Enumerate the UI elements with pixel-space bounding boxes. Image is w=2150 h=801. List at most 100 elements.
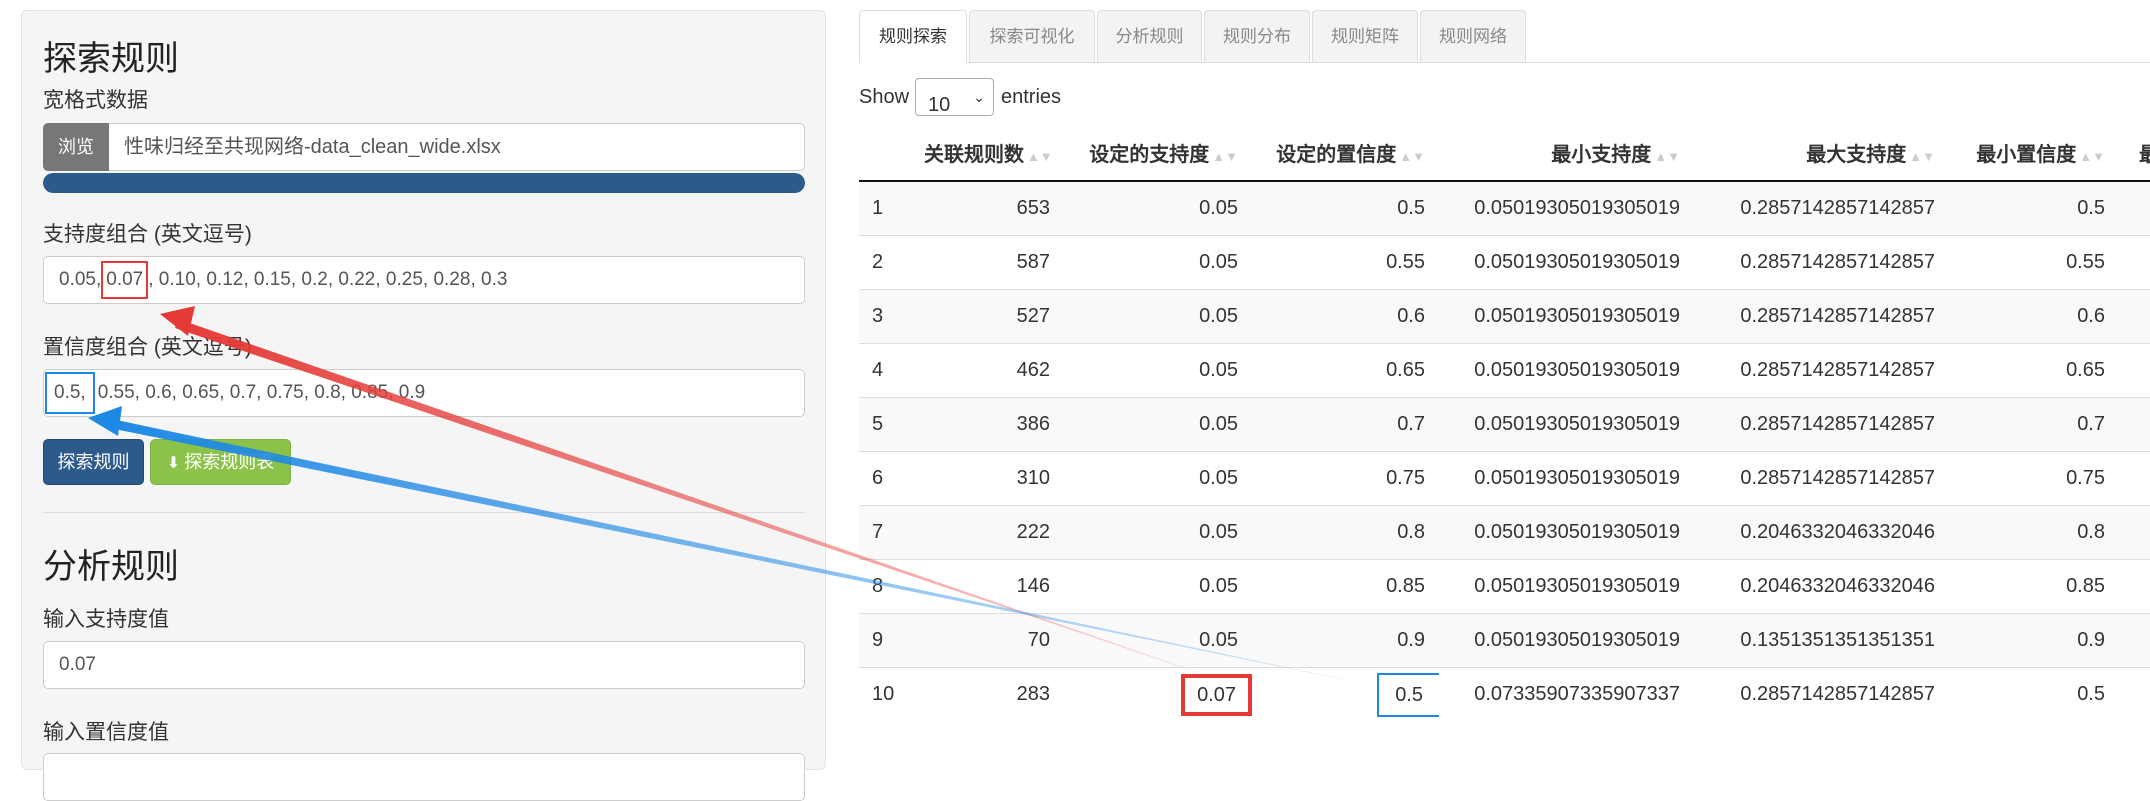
cell-truncated <box>2119 397 2150 452</box>
cell-rule-count: 386 <box>924 397 1064 452</box>
tab-network[interactable]: 规则网络 <box>1420 10 1526 62</box>
cell-min-confidence: 0.5 <box>1949 180 2119 236</box>
cell-set-confidence: 0.5 <box>1252 667 1439 721</box>
entries-select[interactable]: 10 ⌄ <box>915 78 994 116</box>
support-prefix-text: 0.05, <box>59 269 102 290</box>
tab-explore[interactable]: 规则探索 <box>859 10 967 63</box>
file-upload[interactable]: 浏览 性味归经至共现网络-data_clean_wide.xlsx <box>43 123 805 171</box>
cell-truncated <box>2119 289 2150 344</box>
cell-truncated <box>2119 451 2150 506</box>
wide-data-label: 宽格式数据 <box>43 89 148 112</box>
table-row: 6 310 0.05 0.75 0.05019305019305019 0.2857142… <box>859 451 2150 506</box>
col-header-index[interactable] <box>859 124 924 182</box>
tab-matrix[interactable]: 规则矩阵 <box>1312 10 1418 62</box>
table-row: 8 146 0.05 0.85 0.05019305019305019 0.2046332… <box>859 559 2150 614</box>
cell-max-support: 0.2857142857142857 <box>1694 343 1949 398</box>
section-divider <box>43 512 805 513</box>
entries-select-value: 10 <box>928 94 951 116</box>
sort-icon: ▲▼ <box>1909 148 1935 164</box>
col-header-truncated[interactable]: 最 <box>2119 124 2150 182</box>
cell-min-support: 0.05019305019305019 <box>1439 451 1694 506</box>
cell-min-support: 0.05019305019305019 <box>1439 505 1694 560</box>
cell-min-support: 0.05019305019305019 <box>1439 397 1694 452</box>
cell-set-support: 0.07 <box>1064 667 1252 721</box>
tab-analyze[interactable]: 分析规则 <box>1097 10 1202 62</box>
cell-index: 8 <box>859 559 924 614</box>
sort-icon: ▲▼ <box>1654 148 1680 164</box>
cell-min-confidence: 0.85 <box>1949 559 2119 614</box>
confidence-combo-input[interactable]: 0.5, 0.55, 0.6, 0.65, 0.7, 0.75, 0.8, 0.8… <box>43 369 805 417</box>
cell-set-confidence: 0.55 <box>1252 235 1439 290</box>
cell-min-confidence: 0.5 <box>1949 667 2119 721</box>
sort-icon: ▲▼ <box>2079 148 2105 164</box>
col-header-max-support[interactable]: 最大支持度 ▲▼ <box>1694 124 1949 182</box>
browse-button[interactable]: 浏览 <box>43 123 109 171</box>
cell-min-support: 0.05019305019305019 <box>1439 613 1694 668</box>
cell-max-support: 0.2857142857142857 <box>1694 289 1949 344</box>
cell-min-confidence: 0.9 <box>1949 613 2119 668</box>
sort-icon: ▲▼ <box>1212 148 1238 164</box>
chevron-down-icon: ⌄ <box>973 89 985 105</box>
cell-min-support: 0.05019305019305019 <box>1439 559 1694 614</box>
cell-index: 9 <box>859 613 924 668</box>
table-row: 1 653 0.05 0.5 0.05019305019305019 0.28571428… <box>859 180 2150 236</box>
cell-set-support: 0.05 <box>1064 289 1252 344</box>
cell-truncated <box>2119 343 2150 398</box>
cell-max-support: 0.2857142857142857 <box>1694 451 1949 506</box>
cell-min-support: 0.05019305019305019 <box>1439 180 1694 236</box>
col-header-min-confidence[interactable]: 最小置信度 ▲▼ <box>1949 124 2119 182</box>
cell-truncated <box>2119 180 2150 236</box>
confidence-combo-label: 置信度组合 (英文逗号) <box>43 336 252 359</box>
cell-rule-count: 222 <box>924 505 1064 560</box>
cell-set-support: 0.05 <box>1064 451 1252 506</box>
cell-min-confidence: 0.75 <box>1949 451 2119 506</box>
table-row: 10 283 0.07 0.5 0.07335907335907337 0.2857142… <box>859 667 2150 721</box>
cell-min-confidence: 0.55 <box>1949 235 2119 290</box>
cell-set-support: 0.05 <box>1064 180 1252 236</box>
cell-truncated <box>2119 505 2150 560</box>
cell-set-support: 0.05 <box>1064 505 1252 560</box>
col-header-rule-count[interactable]: 关联规则数 ▲▼ <box>924 124 1064 182</box>
entries-label: entries <box>1001 86 1062 108</box>
cell-max-support: 0.2857142857142857 <box>1694 180 1949 236</box>
rules-table: 关联规则数 ▲▼ 设定的支持度 ▲▼ 设定的置信度 ▲▼ 最小支持度 ▲▼ 最大支持度 ▲… <box>859 124 2150 721</box>
cell-index: 7 <box>859 505 924 560</box>
download-rules-button[interactable]: ⬇ 探索规则表 <box>150 439 291 485</box>
support-value-input[interactable]: 0.07 <box>43 641 805 689</box>
cell-set-confidence: 0.9 <box>1252 613 1439 668</box>
input-support-label: 输入支持度值 <box>43 608 169 631</box>
cell-min-support: 0.05019305019305019 <box>1439 235 1694 290</box>
cell-index: 3 <box>859 289 924 344</box>
col-header-set-confidence[interactable]: 设定的置信度 ▲▼ <box>1252 124 1439 182</box>
cell-set-confidence: 0.6 <box>1252 289 1439 344</box>
cell-index: 1 <box>859 180 924 236</box>
cell-set-support: 0.05 <box>1064 235 1252 290</box>
explore-rules-button[interactable]: 探索规则 <box>43 439 144 485</box>
cell-index: 2 <box>859 235 924 290</box>
tab-explore-visual[interactable]: 探索可视化 <box>969 10 1095 62</box>
cell-max-support: 0.1351351351351351 <box>1694 613 1949 668</box>
cell-set-confidence: 0.85 <box>1252 559 1439 614</box>
cell-rule-count: 283 <box>924 667 1064 721</box>
support-combo-input[interactable]: 0.05, 0.07, 0.10, 0.12, 0.15, 0.2, 0.22, … <box>43 256 805 304</box>
cell-rule-count: 587 <box>924 235 1064 290</box>
col-header-set-support[interactable]: 设定的支持度 ▲▼ <box>1064 124 1252 182</box>
col-header-min-support[interactable]: 最小支持度 ▲▼ <box>1439 124 1694 182</box>
upload-progress-bar <box>43 173 805 193</box>
cell-truncated <box>2119 613 2150 668</box>
cell-min-confidence: 0.8 <box>1949 505 2119 560</box>
cell-set-confidence: 0.65 <box>1252 343 1439 398</box>
cell-rule-count: 70 <box>924 613 1064 668</box>
cell-min-support: 0.05019305019305019 <box>1439 343 1694 398</box>
highlight-support-box: 0.07 <box>1181 673 1252 716</box>
confidence-value-input[interactable] <box>43 753 805 801</box>
tab-distribution[interactable]: 规则分布 <box>1204 10 1310 62</box>
confidence-highlight-box: 0.5, <box>45 372 95 414</box>
table-row: 5 386 0.05 0.7 0.05019305019305019 0.28571428… <box>859 397 2150 452</box>
cell-set-support: 0.05 <box>1064 397 1252 452</box>
file-name-field[interactable]: 性味归经至共现网络-data_clean_wide.xlsx <box>109 123 805 171</box>
table-row: 7 222 0.05 0.8 0.05019305019305019 0.20463320… <box>859 505 2150 560</box>
confidence-rest-text: 0.55, 0.6, 0.65, 0.7, 0.75, 0.8, 0.85, 0… <box>97 382 426 403</box>
cell-truncated <box>2119 235 2150 290</box>
explore-rules-title: 探索规则 <box>43 40 179 78</box>
